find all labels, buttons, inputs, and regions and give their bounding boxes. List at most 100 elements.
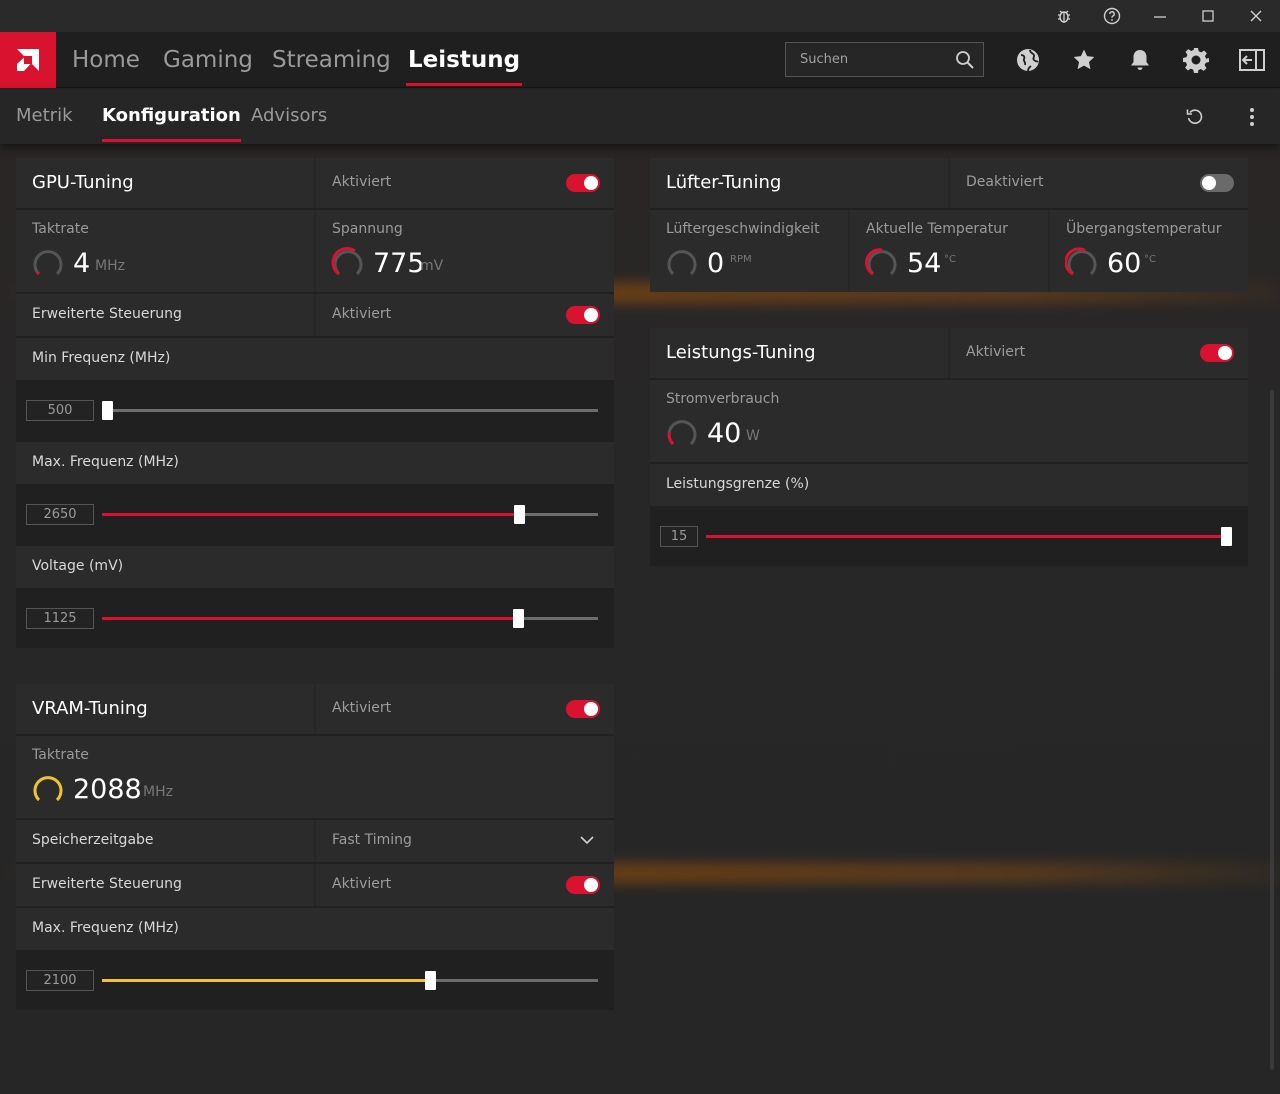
vram-tuning-title: VRAM-Tuning: [32, 698, 148, 719]
gpu-min-freq-label: Min Frequenz (MHz): [32, 350, 171, 366]
fan-speed-label: Lüftergeschwindigkeit: [666, 221, 820, 237]
search-box[interactable]: [785, 42, 984, 77]
current-temp-label: Aktuelle Temperatur: [866, 221, 1008, 237]
vram-tuning-toggle[interactable]: [566, 700, 600, 718]
gpu-tuning-title: GPU-Tuning: [32, 172, 134, 193]
gear-icon[interactable]: [1180, 44, 1212, 76]
power-consumption-value: 40: [707, 418, 742, 449]
gpu-tuning-toggle[interactable]: [566, 174, 600, 192]
globe-icon[interactable]: [1012, 44, 1044, 76]
power-tuning-panel: Leistungs-Tuning Aktiviert Stromverbrauc…: [650, 328, 1248, 566]
gpu-min-freq-input[interactable]: 500: [26, 400, 94, 421]
power-consumption-gauge-icon: [667, 420, 697, 446]
gpu-clock-value: 4: [73, 248, 91, 279]
junction-temp-value: 60: [1107, 248, 1142, 279]
sidebar-icon[interactable]: [1236, 44, 1268, 76]
gpu-advanced-status: Aktiviert: [332, 306, 392, 322]
search-icon[interactable]: [955, 50, 975, 70]
gpu-tuning-status: Aktiviert: [332, 174, 392, 190]
vram-tuning-status: Aktiviert: [332, 700, 392, 716]
gpu-max-freq-slider[interactable]: [102, 505, 598, 524]
star-icon[interactable]: [1068, 44, 1100, 76]
current-temp-unit: °C: [944, 254, 956, 265]
fan-speed-value: 0: [707, 248, 725, 279]
tab-metrik[interactable]: Metrik: [16, 89, 73, 144]
sub-nav: Metrik Konfiguration Advisors: [0, 89, 1280, 144]
slider-thumb[interactable]: [424, 971, 436, 990]
gpu-voltage-value: 775: [373, 248, 425, 279]
amd-logo[interactable]: [0, 32, 56, 88]
power-consumption-unit: W: [746, 428, 760, 444]
gpu-clock-label: Taktrate: [32, 221, 89, 237]
current-temp-value: 54: [907, 248, 942, 279]
active-tab-indicator: [406, 83, 523, 86]
nav-tab-streaming[interactable]: Streaming: [272, 32, 391, 88]
vram-advanced-label: Erweiterte Steuerung: [32, 876, 182, 892]
vram-max-freq-input[interactable]: 2100: [26, 970, 94, 991]
junction-temp-gauge-icon: [1065, 247, 1097, 276]
reset-icon[interactable]: [1181, 103, 1209, 131]
more-icon[interactable]: [1238, 103, 1266, 131]
vram-clock-gauge-icon: [33, 776, 63, 802]
gpu-voltage-slider-label: Voltage (mV): [32, 558, 124, 574]
vram-clock-value: 2088: [73, 774, 142, 805]
nav-tab-home[interactable]: Home: [72, 32, 140, 88]
vram-max-freq-slider[interactable]: [102, 971, 598, 990]
tab-advisors[interactable]: Advisors: [251, 89, 327, 144]
tab-konfiguration[interactable]: Konfiguration: [102, 89, 241, 144]
vram-timing-label: Speicherzeitgabe: [32, 832, 154, 848]
fan-tuning-toggle[interactable]: [1200, 174, 1234, 192]
slider-thumb[interactable]: [1221, 527, 1232, 546]
gpu-tuning-panel: GPU-Tuning Aktiviert Taktrate 4 MHz Span…: [16, 158, 614, 648]
vram-clock-label: Taktrate: [32, 747, 89, 763]
power-tuning-title: Leistungs-Tuning: [666, 342, 816, 363]
active-tab-indicator: [102, 139, 241, 142]
gpu-voltage-label: Spannung: [332, 221, 403, 237]
main-nav: Home Gaming Streaming Leistung: [0, 32, 1280, 88]
power-consumption-label: Stromverbrauch: [666, 391, 780, 407]
nav-tab-leistung[interactable]: Leistung: [406, 32, 523, 88]
fan-speed-unit: RPM: [730, 254, 752, 265]
fan-tuning-panel: Lüfter-Tuning Deaktiviert Lüftergeschwin…: [650, 158, 1248, 292]
junction-temp-label: Übergangstemperatur: [1066, 221, 1222, 237]
vram-advanced-status: Aktiviert: [332, 876, 392, 892]
power-tuning-toggle[interactable]: [1200, 344, 1234, 362]
gpu-clock-unit: MHz: [95, 258, 125, 274]
gpu-advanced-toggle[interactable]: [566, 306, 600, 324]
slider-thumb[interactable]: [512, 609, 524, 628]
slider-thumb[interactable]: [102, 401, 113, 420]
minimize-icon[interactable]: [1136, 0, 1184, 32]
gpu-clock-gauge-icon: [33, 250, 63, 276]
vram-timing-value: Fast Timing: [332, 832, 412, 848]
gpu-voltage-unit: mV: [420, 258, 444, 274]
vram-advanced-toggle[interactable]: [566, 876, 600, 894]
slider-thumb[interactable]: [514, 505, 526, 524]
power-limit-slider[interactable]: [706, 527, 1232, 546]
title-bar: [0, 0, 1280, 32]
power-limit-label: Leistungsgrenze (%): [666, 476, 810, 492]
gpu-max-freq-label: Max. Frequenz (MHz): [32, 454, 179, 470]
maximize-icon[interactable]: [1184, 0, 1232, 32]
fan-speed-gauge-icon: [667, 250, 697, 276]
bell-icon[interactable]: [1124, 44, 1156, 76]
current-temp-gauge-icon: [865, 248, 897, 276]
help-icon[interactable]: [1088, 0, 1136, 32]
gpu-advanced-label: Erweiterte Steuerung: [32, 306, 182, 322]
vram-timing-dropdown[interactable]: Fast Timing: [316, 820, 614, 862]
power-limit-input[interactable]: 15: [660, 526, 698, 547]
gpu-min-freq-slider[interactable]: [102, 401, 598, 420]
fan-tuning-title: Lüfter-Tuning: [666, 172, 782, 193]
gpu-voltage-slider[interactable]: [102, 609, 598, 628]
close-icon[interactable]: [1232, 0, 1280, 32]
power-tuning-status: Aktiviert: [966, 344, 1026, 360]
search-input[interactable]: [786, 43, 946, 76]
vram-tuning-panel: VRAM-Tuning Aktiviert Taktrate 2088 MHz …: [16, 684, 614, 1010]
gpu-voltage-gauge-icon: [331, 246, 363, 276]
vram-max-freq-label: Max. Frequenz (MHz): [32, 920, 179, 936]
gpu-voltage-input[interactable]: 1125: [26, 608, 94, 629]
gpu-max-freq-input[interactable]: 2650: [26, 504, 94, 525]
scrollbar[interactable]: [1270, 390, 1274, 1070]
bug-icon[interactable]: [1040, 0, 1088, 32]
fan-tuning-status: Deaktiviert: [966, 174, 1044, 190]
nav-tab-gaming[interactable]: Gaming: [163, 32, 253, 88]
